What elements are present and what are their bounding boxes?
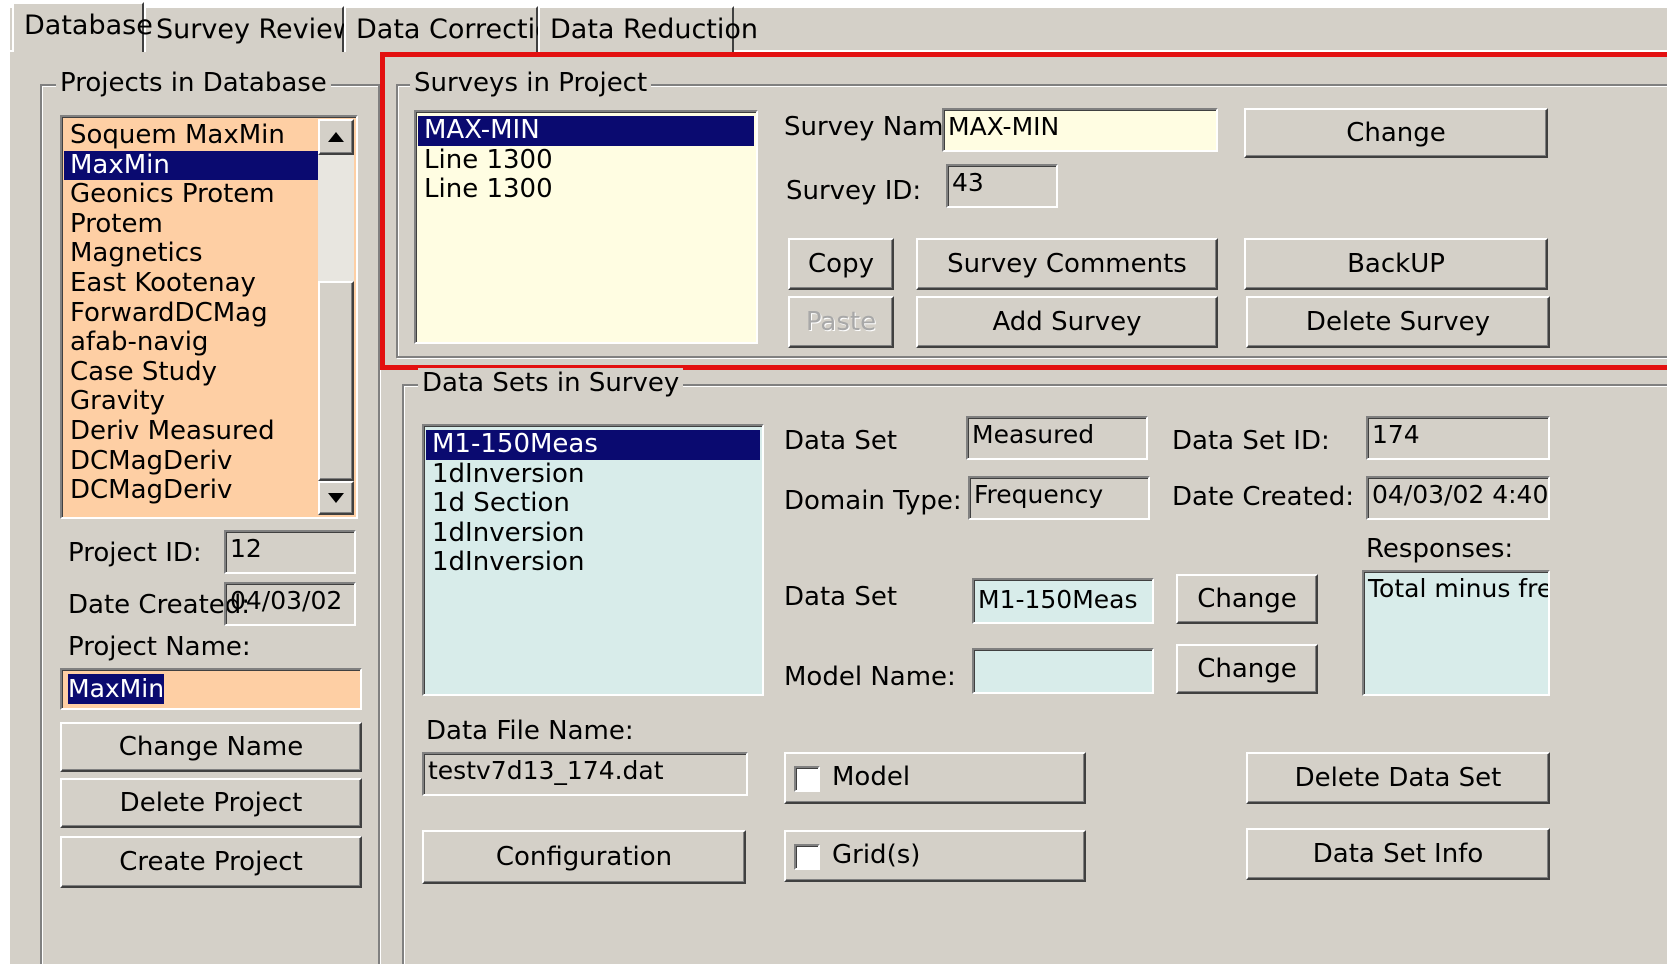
data-set-type-field: Measured — [966, 416, 1148, 460]
change-data-set-button[interactable]: Change — [1176, 574, 1318, 624]
responses-box[interactable]: Total minus frees — [1362, 570, 1550, 696]
delete-project-button[interactable]: Delete Project — [60, 778, 362, 828]
list-item[interactable]: 1d Section — [426, 489, 760, 519]
triangle-up-icon — [328, 132, 344, 142]
highlight-frame — [380, 52, 1667, 370]
configuration-button[interactable]: Configuration — [422, 830, 746, 884]
projects-listbox[interactable]: Soquem MaxMin MaxMin Geonics Protem Prot… — [60, 115, 358, 519]
project-name-text: MaxMin — [68, 674, 165, 704]
grids-checkbox[interactable] — [794, 844, 820, 870]
projects-list: Soquem MaxMin MaxMin Geonics Protem Prot… — [64, 119, 318, 519]
list-item-selected[interactable]: MaxMin — [64, 150, 318, 181]
data-file-name-label: Data File Name: — [426, 716, 634, 746]
scroll-up-button[interactable] — [318, 119, 354, 155]
list-item[interactable]: Soquem MaxMin — [64, 120, 318, 151]
list-item[interactable]: 1dInversion — [426, 518, 760, 549]
dataset-date-created-label: Date Created: — [1172, 482, 1355, 512]
list-item[interactable]: DCMagDeriv — [64, 476, 318, 506]
model-name-input[interactable] — [972, 648, 1154, 694]
project-id-field: 12 — [224, 530, 356, 574]
project-name-input[interactable]: MaxMin — [60, 668, 362, 710]
application-window: Database Survey Review Data Correction D… — [0, 0, 1667, 964]
data-set-info-button[interactable]: Data Set Info — [1246, 828, 1550, 880]
project-date-created-label: Date Created: — [68, 590, 251, 620]
model-checkbox-label: Model — [832, 762, 911, 792]
list-item[interactable]: Protem — [64, 209, 318, 240]
tab-database[interactable]: Database — [12, 2, 153, 52]
tab-data-reduction[interactable]: Data Reduction — [538, 6, 758, 52]
list-item[interactable]: 1dInversion — [426, 459, 760, 490]
list-item[interactable]: East Kootenay — [64, 268, 318, 299]
list-item[interactable]: Magnetics — [64, 239, 318, 269]
datasets-group-title: Data Sets in Survey — [418, 368, 684, 398]
list-item[interactable]: Geonics Protem — [64, 180, 318, 210]
list-item[interactable]: Deriv Measured — [64, 416, 318, 447]
data-file-name-field: testv7d13_174.dat — [422, 752, 748, 796]
tab-survey-review[interactable]: Survey Review — [144, 6, 355, 52]
model-checkbox-control[interactable]: Model — [784, 752, 1086, 804]
change-model-name-button[interactable]: Change — [1176, 644, 1318, 694]
tab-data-correction[interactable]: Data Correction — [344, 6, 569, 52]
domain-type-field: Frequency — [968, 476, 1150, 520]
list-item[interactable]: DCMagDeriv — [64, 446, 318, 477]
dataset-date-created-field: 04/03/02 4:40: — [1366, 476, 1550, 520]
project-id-label: Project ID: — [68, 538, 202, 568]
data-set-name-input[interactable]: M1-150Meas — [972, 578, 1154, 624]
list-item[interactable]: afab-navig — [64, 328, 318, 358]
data-set-name-label: Data Set — [784, 582, 898, 612]
grids-checkbox-label: Grid(s) — [832, 840, 921, 870]
project-name-label: Project Name: — [68, 632, 251, 662]
grids-checkbox-control[interactable]: Grid(s) — [784, 830, 1086, 882]
data-set-type-label: Data Set — [784, 426, 898, 456]
model-name-label: Model Name: — [784, 662, 956, 692]
scroll-down-button[interactable] — [318, 481, 354, 515]
triangle-down-icon — [328, 493, 344, 503]
responses-label: Responses: — [1366, 534, 1514, 564]
projects-scrollbar[interactable] — [318, 119, 354, 515]
list-item[interactable]: 1dInversion — [426, 548, 760, 578]
delete-data-set-button[interactable]: Delete Data Set — [1246, 752, 1550, 804]
data-set-id-field: 174 — [1366, 416, 1550, 460]
change-name-button[interactable]: Change Name — [60, 722, 362, 772]
scroll-thumb[interactable] — [318, 281, 354, 481]
datasets-listbox[interactable]: M1-150Meas 1dInversion 1d Section 1dInve… — [422, 424, 764, 696]
create-project-button[interactable]: Create Project — [60, 836, 362, 888]
data-set-id-label: Data Set ID: — [1172, 426, 1330, 456]
list-item[interactable]: ForwardDCMag — [64, 298, 318, 329]
list-item[interactable]: Case Study — [64, 357, 318, 388]
model-checkbox[interactable] — [794, 766, 820, 792]
domain-type-label: Domain Type: — [784, 486, 962, 516]
list-item-selected[interactable]: M1-150Meas — [426, 430, 760, 460]
datasets-list: M1-150Meas 1dInversion 1d Section 1dInve… — [426, 430, 760, 578]
project-date-created-field: 04/03/02 — [224, 582, 356, 626]
projects-group-title: Projects in Database — [56, 68, 331, 98]
list-item[interactable]: Gravity — [64, 387, 318, 417]
